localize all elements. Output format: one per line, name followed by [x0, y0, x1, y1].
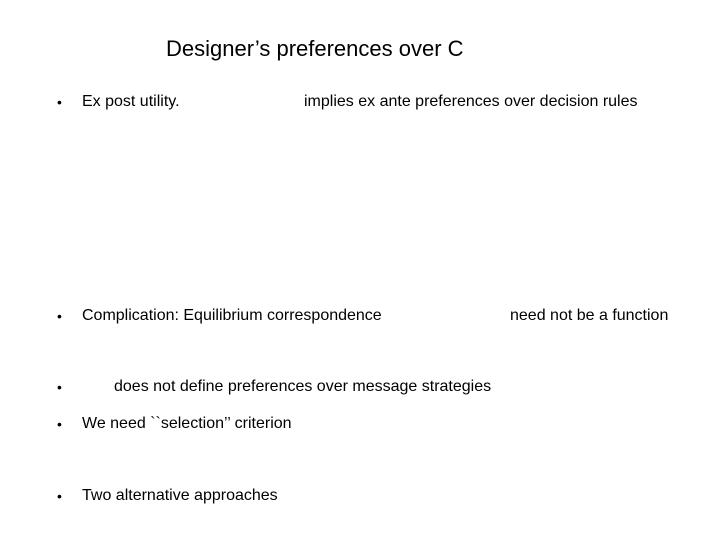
bullet-marker: •: [57, 416, 62, 432]
bullet-marker: •: [57, 308, 62, 324]
bullet-text: Complication: Equilibrium correspondence: [82, 307, 382, 324]
bullet-text: does not define preferences over message…: [114, 378, 492, 395]
bullet-text: We need ``selection’’ criterion: [82, 415, 292, 432]
bullet-text: implies ex ante preferences over decisio…: [304, 93, 638, 110]
bullet-text: Two alternative approaches: [82, 487, 278, 504]
bullet-marker: •: [57, 94, 62, 110]
bullet-marker: •: [57, 379, 62, 395]
bullet-text: Ex post utility.: [82, 93, 180, 110]
slide-title: Designer’s preferences over C: [166, 36, 464, 61]
bullet-marker: •: [57, 488, 62, 504]
bullet-text: need not be a function: [510, 307, 669, 324]
